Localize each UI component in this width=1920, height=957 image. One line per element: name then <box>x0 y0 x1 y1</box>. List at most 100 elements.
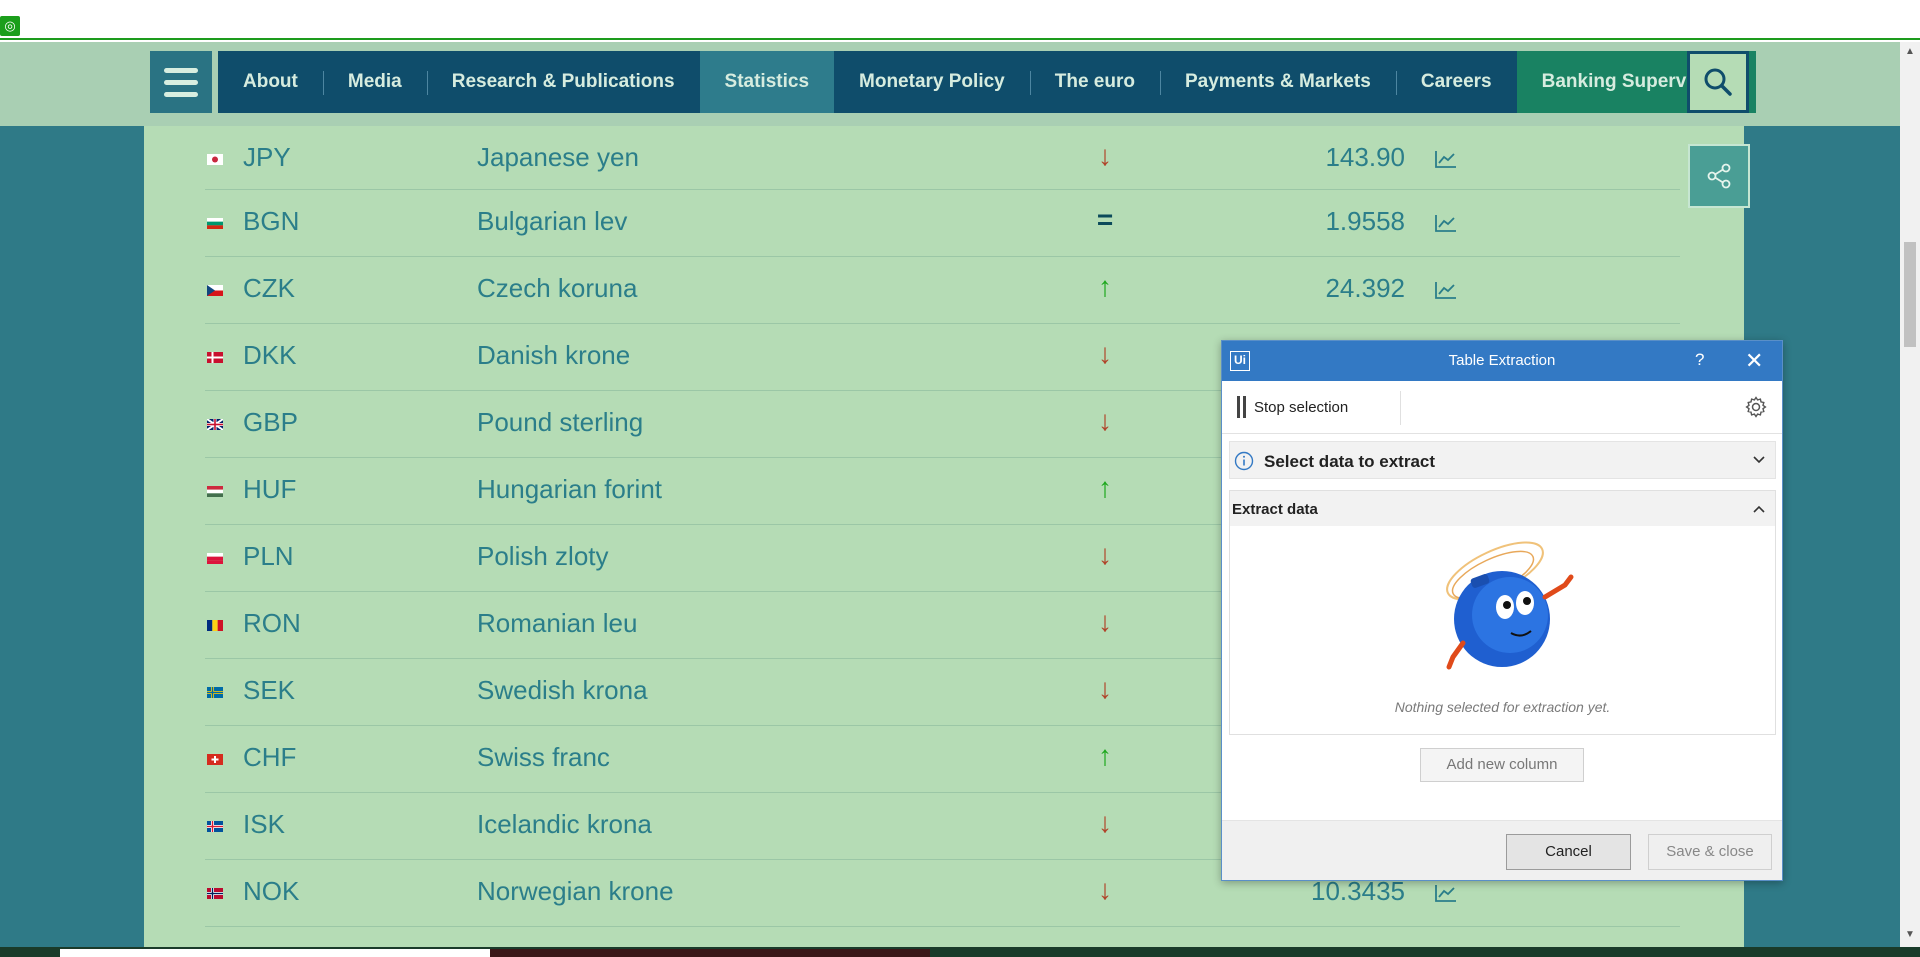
trend-down-icon: ↓ <box>1098 673 1112 704</box>
close-icon[interactable]: ✕ <box>1745 348 1763 374</box>
table-row: JPY Japanese yen ↓ 143.90 <box>205 126 1680 190</box>
nav-monetary-policy[interactable]: Monetary Policy <box>834 51 1030 113</box>
flag-icon <box>207 685 223 698</box>
help-icon[interactable]: ? <box>1695 350 1704 370</box>
chevron-up-icon[interactable] <box>1751 501 1767 517</box>
flag-icon <box>207 152 223 165</box>
currency-name: Polish zloty <box>477 541 609 571</box>
nav-research-publications[interactable]: Research & Publications <box>426 51 700 113</box>
extract-data-section: Extract data Nothing selected for extrac… <box>1229 490 1776 735</box>
flag-icon <box>207 886 223 899</box>
trend-down-icon: ↓ <box>1098 606 1112 637</box>
currency-code: RON <box>243 608 301 638</box>
currency-name: Czech koruna <box>477 273 638 303</box>
flag-icon <box>207 283 223 296</box>
nav-the-euro[interactable]: The euro <box>1029 51 1160 113</box>
currency-code: CZK <box>243 273 295 303</box>
select-data-section[interactable]: Select data to extract <box>1229 441 1776 479</box>
currency-name: Pound sterling <box>477 407 644 437</box>
trend-down-icon: ↓ <box>1098 807 1112 838</box>
currency-name: Danish krone <box>477 340 631 370</box>
scroll-down-arrow-icon[interactable]: ▼ <box>1904 929 1916 943</box>
dialog-title-bar: Ui Table Extraction ? ✕ <box>1222 341 1782 381</box>
currency-name: Swedish krona <box>477 675 648 705</box>
exchange-rate: 1.9558 <box>1325 206 1405 236</box>
browser-top-bar: ◎ <box>0 0 1920 40</box>
flag-icon <box>207 216 223 230</box>
share-icon[interactable] <box>1688 144 1750 208</box>
currency-code: JPY <box>243 142 291 172</box>
empty-state-message: Nothing selected for extraction yet. <box>1394 699 1611 715</box>
extract-data-header[interactable]: Extract data <box>1230 491 1775 526</box>
page-scrollbar[interactable]: ▲ ▼ <box>1900 42 1920 947</box>
main-nav: About Media Research & Publications Stat… <box>218 51 1756 113</box>
nav-about[interactable]: About <box>218 51 323 113</box>
cancel-button[interactable]: Cancel <box>1506 834 1631 870</box>
currency-name: Norwegian krone <box>477 876 674 906</box>
site-header: About Media Research & Publications Stat… <box>0 42 1900 126</box>
currency-code: BGN <box>243 206 300 236</box>
scroll-thumb[interactable] <box>1904 242 1916 347</box>
currency-name: Swiss franc <box>477 742 610 772</box>
trend-up-icon: ↑ <box>1098 472 1112 503</box>
flag-icon <box>207 819 223 832</box>
flag-icon <box>207 551 223 565</box>
currency-name: Hungarian forint <box>477 474 662 504</box>
currency-code: ISK <box>243 809 285 839</box>
currency-code: DKK <box>243 340 297 370</box>
stop-selection-button[interactable]: Stop selection <box>1254 399 1348 416</box>
currency-name: Romanian leu <box>477 608 638 638</box>
trend-eq-icon: = <box>1096 204 1114 235</box>
trend-up-icon: ↑ <box>1098 740 1112 771</box>
trend-down-icon: ↓ <box>1098 338 1112 369</box>
currency-code: NOK <box>243 876 300 906</box>
select-data-label: Select data to extract <box>1264 452 1436 471</box>
trend-down-icon: ↓ <box>1098 140 1112 171</box>
flag-icon <box>207 752 223 765</box>
flag-icon <box>207 484 223 498</box>
chevron-down-icon[interactable] <box>1751 452 1767 468</box>
currency-code: CHF <box>243 742 297 772</box>
search-icon[interactable] <box>1687 51 1749 113</box>
line-chart-icon[interactable] <box>1435 281 1457 299</box>
line-chart-icon[interactable] <box>1435 150 1457 168</box>
gear-icon[interactable] <box>1744 395 1768 419</box>
nav-payments-markets[interactable]: Payments & Markets <box>1159 51 1396 113</box>
flag-icon <box>207 350 223 363</box>
trend-down-icon: ↓ <box>1098 405 1112 436</box>
currency-code: SEK <box>243 675 296 705</box>
dialog-toolbar: Stop selection <box>1222 381 1782 434</box>
currency-name: Icelandic krona <box>477 809 652 839</box>
add-new-column-button[interactable]: Add new column <box>1420 748 1584 782</box>
currency-code: GBP <box>243 407 298 437</box>
nav-statistics[interactable]: Statistics <box>699 51 835 113</box>
nav-media[interactable]: Media <box>322 51 427 113</box>
table-row: CZK Czech koruna ↑ 24.392 <box>205 257 1680 324</box>
currency-code: HUF <box>243 474 297 504</box>
hamburger-menu-icon[interactable] <box>150 51 212 113</box>
pause-icon[interactable] <box>1237 396 1247 418</box>
robot-mascot-illustration <box>1415 531 1585 681</box>
table-extraction-dialog: Ui Table Extraction ? ✕ Stop selection S… <box>1221 340 1783 881</box>
exchange-rate: 143.90 <box>1325 142 1405 172</box>
nav-careers[interactable]: Careers <box>1395 51 1517 113</box>
line-chart-icon[interactable] <box>1435 214 1457 232</box>
extract-data-label: Extract data <box>1232 501 1318 518</box>
table-row: BGN Bulgarian lev = 1.9558 <box>205 190 1680 257</box>
exchange-rate: 24.392 <box>1325 273 1405 303</box>
uipath-indicator-icon: ◎ <box>0 16 20 36</box>
dialog-footer: Cancel Save & close <box>1222 820 1782 880</box>
currency-name: Japanese yen <box>477 142 639 172</box>
save-close-button[interactable]: Save & close <box>1648 834 1772 870</box>
flag-icon <box>207 618 223 631</box>
trend-down-icon: ↓ <box>1098 539 1112 570</box>
info-icon <box>1234 451 1254 471</box>
trend-down-icon: ↓ <box>1098 874 1112 905</box>
currency-name: Bulgarian lev <box>477 206 628 236</box>
currency-code: PLN <box>243 541 294 571</box>
trend-up-icon: ↑ <box>1098 271 1112 302</box>
scroll-up-arrow-icon[interactable]: ▲ <box>1904 46 1916 60</box>
taskbar-strip <box>0 947 1920 957</box>
flag-icon <box>206 417 224 431</box>
line-chart-icon[interactable] <box>1435 884 1457 902</box>
